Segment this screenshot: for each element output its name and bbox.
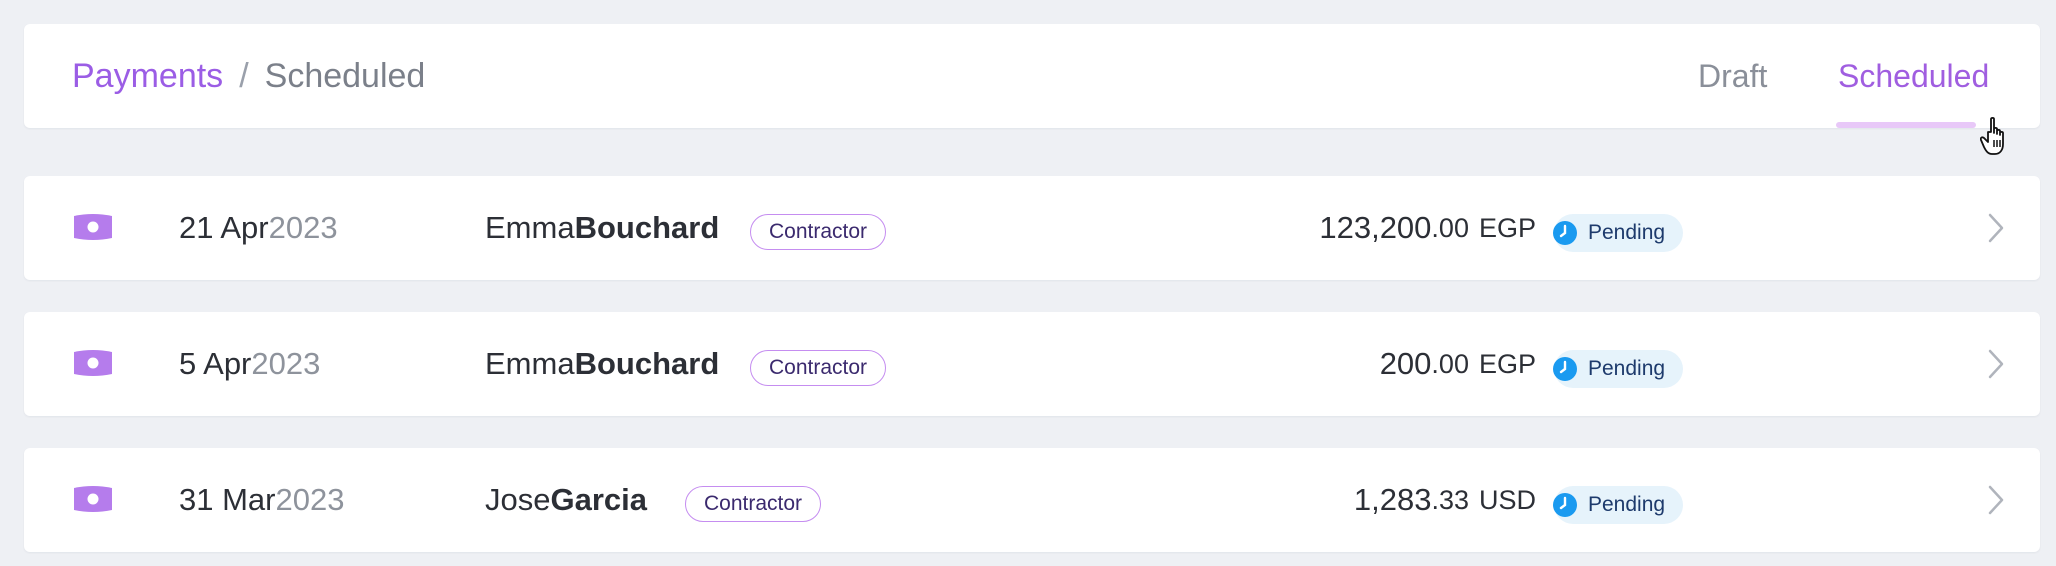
amount-cents: .00 (1431, 212, 1469, 243)
amount-cents: .00 (1431, 348, 1469, 379)
status-label: Pending (1588, 493, 1666, 516)
payment-amount: 123,200.00 EGP (1319, 176, 1536, 280)
page-header: Payments / Scheduled Draft Scheduled (24, 24, 2040, 155)
date-year: 2023 (268, 210, 338, 245)
status-badge: Pending (1553, 486, 1684, 524)
payment-row[interactable]: 21 Apr 2023 Emma Bouchard Contractor 123… (24, 176, 2040, 280)
status-label: Pending (1588, 221, 1666, 244)
payee-last-name: Bouchard (574, 210, 720, 245)
breadcrumb-payments-link[interactable]: Payments (72, 57, 223, 96)
chevron-right-icon[interactable] (1986, 484, 2006, 516)
clock-icon (1553, 221, 1577, 245)
breadcrumb: Payments / Scheduled (72, 24, 425, 128)
date-year: 2023 (275, 482, 345, 517)
payee-name: Jose Garcia (485, 448, 647, 552)
tab-draft[interactable]: Draft (1698, 24, 1767, 128)
chevron-right-icon[interactable] (1986, 212, 2006, 244)
tab-scheduled[interactable]: Scheduled (1838, 24, 1989, 128)
amount-whole: 200 (1379, 346, 1432, 381)
payee-name: Emma Bouchard (485, 312, 719, 416)
date-day-month: 5 Apr (179, 346, 252, 381)
payee-last-name: Bouchard (574, 346, 720, 381)
cash-icon (74, 214, 112, 240)
amount-whole: 1,283 (1353, 482, 1432, 517)
contractor-tag: Contractor (685, 486, 822, 522)
payee-first-name: Emma (485, 346, 575, 381)
contractor-tag: Contractor (750, 350, 887, 386)
date-day-month: 21 Apr (179, 210, 269, 245)
payee-name: Emma Bouchard (485, 176, 719, 280)
payment-date: 5 Apr 2023 (179, 312, 320, 416)
status-label: Pending (1588, 357, 1666, 380)
cash-icon (74, 486, 112, 512)
amount-currency: EGP (1478, 348, 1536, 379)
status-badge: Pending (1553, 214, 1684, 252)
status-badge: Pending (1553, 350, 1684, 388)
payment-row[interactable]: 5 Apr 2023 Emma Bouchard Contractor 200.… (24, 312, 2040, 416)
cash-icon (74, 350, 112, 376)
clock-icon (1553, 357, 1577, 381)
payee-last-name: Garcia (550, 482, 647, 517)
active-tab-indicator (1836, 122, 1976, 128)
amount-whole: 123,200 (1319, 210, 1432, 245)
payment-date: 31 Mar 2023 (179, 448, 344, 552)
payee-first-name: Jose (485, 482, 551, 517)
payment-amount: 1,283.33 USD (1354, 448, 1536, 552)
amount-currency: EGP (1478, 212, 1536, 243)
date-day-month: 31 Mar (179, 482, 276, 517)
payee-first-name: Emma (485, 210, 575, 245)
payment-amount: 200.00 EGP (1380, 312, 1536, 416)
amount-currency: USD (1478, 484, 1536, 515)
clock-icon (1553, 493, 1577, 517)
contractor-tag: Contractor (750, 214, 887, 250)
chevron-right-icon[interactable] (1986, 348, 2006, 380)
hand-cursor-icon (1980, 116, 2004, 155)
payment-date: 21 Apr 2023 (179, 176, 338, 280)
breadcrumb-separator: / (239, 56, 249, 95)
breadcrumb-current: Scheduled (264, 56, 426, 95)
date-year: 2023 (251, 346, 321, 381)
amount-cents: .33 (1431, 484, 1469, 515)
payment-row[interactable]: 31 Mar 2023 Jose Garcia Contractor 1,283… (24, 448, 2040, 552)
